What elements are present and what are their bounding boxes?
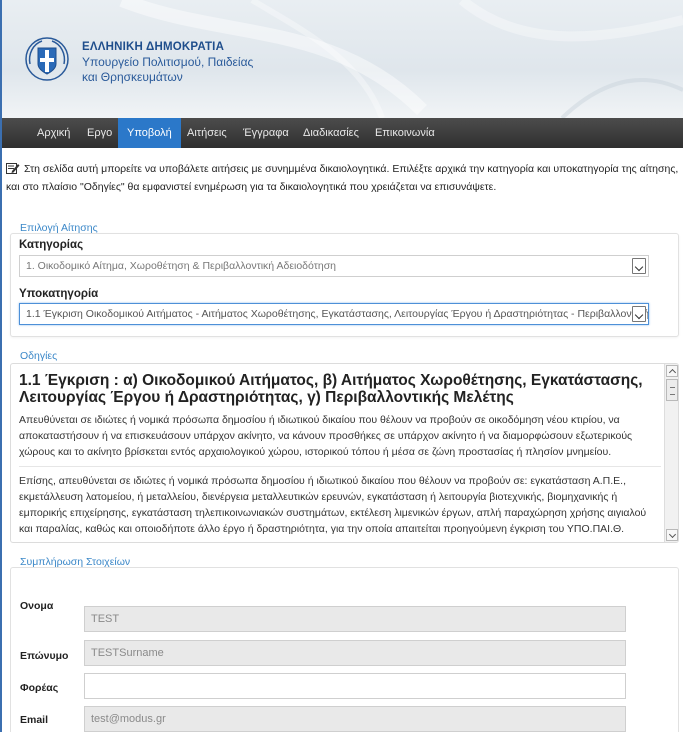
nav-item-submit[interactable]: Υποβολή bbox=[118, 118, 181, 148]
organization-label: Φορέας bbox=[20, 682, 59, 694]
organization-field[interactable] bbox=[84, 673, 626, 699]
subcategory-select-value: 1.1 Έγκριση Οικοδομικού Αιτήματος - Αιτή… bbox=[26, 308, 649, 320]
greek-emblem-icon bbox=[25, 37, 69, 81]
org-line-3: και Θρησκευμάτων bbox=[82, 70, 183, 84]
chevron-down-icon[interactable] bbox=[632, 306, 646, 322]
intro-text-block: Στη σελίδα αυτή μπορείτε να υποβάλετε αι… bbox=[6, 160, 681, 196]
nav-item-contact[interactable]: Επικοινωνία bbox=[366, 118, 444, 148]
org-line-1: ΕΛΛΗΝΙΚΗ ΔΗΜΟΚΡΑΤΙΑ bbox=[82, 41, 225, 53]
main-navigation: Αρχική Εργο Υποβολή Αιτήσεις Έγγραφα Δια… bbox=[2, 118, 683, 148]
instructions-title: 1.1 Έγκριση : α) Οικοδομικού Αιτήματος, … bbox=[19, 372, 643, 406]
category-select-value: 1. Οικοδομικό Αίτημα, Χωροθέτηση & Περιβ… bbox=[26, 260, 337, 272]
site-header: ΕΛΛΗΝΙΚΗ ΔΗΜΟΚΡΑΤΙΑ Υπουργείο Πολιτισμού… bbox=[2, 0, 683, 118]
chevron-down-icon[interactable] bbox=[632, 258, 646, 274]
name-field[interactable]: TEST bbox=[84, 606, 626, 632]
nav-item-applications[interactable]: Αιτήσεις bbox=[178, 118, 236, 148]
divider bbox=[19, 466, 661, 467]
nav-item-home[interactable]: Αρχική bbox=[28, 118, 79, 148]
selection-panel: Κατηγορίας 1. Οικοδομικό Αίτημα, Χωροθέτ… bbox=[10, 233, 679, 337]
organization-name: ΕΛΛΗΝΙΚΗ ΔΗΜΟΚΡΑΤΙΑ Υπουργείο Πολιτισμού… bbox=[82, 40, 253, 85]
nav-item-documents[interactable]: Έγγραφα bbox=[234, 118, 298, 148]
surname-field[interactable]: TESTSurname bbox=[84, 640, 626, 666]
nav-item-project[interactable]: Εργο bbox=[78, 118, 121, 148]
category-label: Κατηγορίας bbox=[19, 239, 84, 251]
instructions-paragraph-2: Επίσης, απευθύνεται σε ιδιώτες ή νομικά … bbox=[19, 475, 647, 535]
name-label: Ονομα bbox=[20, 600, 54, 612]
category-select[interactable]: 1. Οικοδομικό Αίτημα, Χωροθέτηση & Περιβ… bbox=[19, 255, 649, 277]
instructions-scrollbar[interactable] bbox=[664, 364, 678, 542]
email-label: Email bbox=[20, 714, 49, 726]
org-line-2: Υπουργείο Πολιτισμού, Παιδείας bbox=[82, 55, 254, 69]
intro-text: Στη σελίδα αυτή μπορείτε να υποβάλετε αι… bbox=[6, 163, 679, 193]
instructions-panel: 1.1 Έγκριση : α) Οικοδομικού Αιτήματος, … bbox=[10, 363, 679, 543]
instructions-paragraph-1: Απευθύνεται σε ιδιώτες ή νομικά πρόσωπα … bbox=[19, 414, 633, 458]
scroll-down-icon[interactable] bbox=[666, 529, 678, 541]
nav-item-procedures[interactable]: Διαδικασίες bbox=[294, 118, 368, 148]
scrollbar-thumb[interactable] bbox=[666, 379, 678, 401]
surname-label: Επώνυμο bbox=[20, 650, 69, 662]
email-field[interactable]: test@modus.gr bbox=[84, 706, 626, 732]
edit-note-icon bbox=[6, 163, 20, 174]
subcategory-select[interactable]: 1.1 Έγκριση Οικοδομικού Αιτήματος - Αιτή… bbox=[19, 303, 649, 325]
instructions-content: 1.1 Έγκριση : α) Οικοδομικού Αιτήματος, … bbox=[19, 372, 661, 542]
section-title-instructions: Οδηγίες bbox=[20, 350, 58, 362]
subcategory-label: Υποκατηγορία bbox=[19, 288, 99, 300]
scroll-up-icon[interactable] bbox=[666, 365, 678, 377]
